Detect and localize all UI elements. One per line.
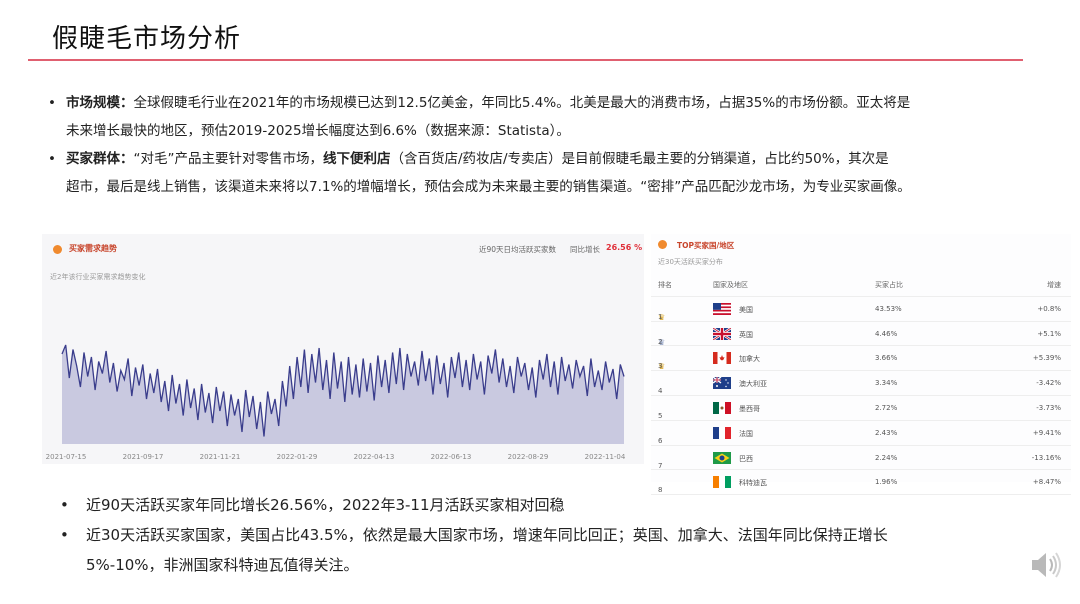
country-cell: 墨西哥 (739, 404, 760, 413)
bullet-text-rest: （含百货店/药妆店/专卖店）是目前假睫毛最主要的分销渠道，占比约50%，其次是 (390, 151, 889, 167)
top-countries-panel: TOP买家国/地区 近30天活跃买家分布 排名 国家及地区 买家占比 增速 ♛ 1… (651, 234, 1071, 496)
countries-table: 排名 国家及地区 买家占比 增速 ♛ 1 美国 43.53% +0.8% ♛ 2 英国 4.46… (651, 272, 1071, 496)
flag-ca-icon (713, 352, 731, 365)
rank-number: 4 (658, 387, 663, 396)
rank-number: 7 (658, 461, 663, 470)
title-divider (28, 59, 1023, 61)
growth-cell: -3.42% (1036, 379, 1061, 388)
table-row: 4 澳大利亚 3.34% -3.42% (651, 371, 1071, 396)
bullet-text-cont: 超市，最后是线上销售，该渠道未来将以7.1%的增幅增长，预估会成为未来最主要的销… (66, 179, 911, 195)
country-cell: 美国 (739, 305, 753, 314)
x-tick-label: 2021-09-17 (123, 453, 164, 461)
growth-cell: -13.16% (1031, 453, 1061, 462)
bullet-dot: • (48, 95, 56, 111)
panel-dot-icon (53, 245, 62, 254)
country-cell: 法国 (739, 429, 753, 438)
bullet-emphasis: 线下便利店 (323, 151, 391, 167)
bullet-dot: • (60, 526, 69, 544)
table-header-row: 排名 国家及地区 买家占比 增速 (651, 272, 1071, 297)
x-tick-label: 2021-11-21 (200, 453, 241, 461)
rank-number: 5 (658, 411, 663, 420)
bullet-market-size: • 市场规模：全球假睫毛行业在2021年的市场规模已达到12.5亿美金，年同比5… (48, 89, 1048, 145)
x-tick-label: 2022-04-13 (354, 453, 395, 461)
x-tick-label: 2021-07-15 (46, 453, 87, 461)
bullet-text: 近90天活跃买家年同比增长26.56%，2022年3-11月活跃买家相对回稳 (86, 496, 565, 514)
metric-label: 近90天日均活跃买家数 (479, 245, 557, 254)
countries-panel-subtitle: 近30天活跃买家分布 (658, 258, 723, 266)
share-cell: 43.53% (875, 304, 902, 313)
header-rank: 排名 (658, 281, 672, 289)
flag-ci-icon (713, 476, 731, 489)
country-cell: 英国 (739, 330, 753, 339)
country-cell: 巴西 (739, 454, 753, 463)
bottom-bullet-list: • 近90天活跃买家年同比增长26.56%，2022年3-11月活跃买家相对回稳… (60, 490, 1045, 580)
growth-cell: +8.47% (1032, 478, 1061, 487)
share-cell: 2.72% (875, 403, 898, 412)
share-cell: 1.96% (875, 478, 898, 487)
trend-panel-subtitle: 近2年该行业买家需求趋势变化 (50, 273, 146, 281)
header-country: 国家及地区 (713, 281, 748, 289)
speaker-icon[interactable] (1028, 547, 1064, 583)
slide-title: 假睫毛市场分析 (52, 24, 242, 54)
flag-fr-icon (713, 426, 731, 439)
bullet-buyer-group: • 买家群体：“对毛”产品主要针对零售市场，线下便利店（含百货店/药妆店/专卖店… (48, 145, 1048, 201)
bullet-dot: • (60, 496, 69, 514)
bullet-90day: • 近90天活跃买家年同比增长26.56%，2022年3-11月活跃买家相对回稳 (60, 490, 1045, 520)
rank-number: 2 (658, 337, 663, 346)
growth-cell: +5.1% (1037, 329, 1061, 338)
rank-number: 1 (658, 312, 663, 321)
x-tick-label: 2022-08-29 (508, 453, 549, 461)
country-cell: 澳大利亚 (739, 380, 767, 389)
bullet-text: 近30天活跃买家国家，美国占比43.5%，依然是最大国家市场，增速年同比回正；英… (86, 526, 888, 544)
header-growth: 增速 (1047, 281, 1061, 289)
trend-panel-title: 买家需求趋势 (69, 244, 117, 253)
table-row: ♛ 3 加拿大 3.66% +5.39% (651, 346, 1071, 371)
growth-cell: +5.39% (1032, 354, 1061, 363)
growth-cell: +9.41% (1032, 428, 1061, 437)
bullet-30day: • 近30天活跃买家国家，美国占比43.5%，依然是最大国家市场，增速年同比回正… (60, 520, 1045, 580)
table-row: ♛ 1 美国 43.53% +0.8% (651, 297, 1071, 322)
yoy-label: 同比增长 (570, 245, 600, 254)
share-cell: 2.24% (875, 453, 898, 462)
flag-gb-icon (712, 326, 732, 341)
flag-mx-icon (713, 401, 731, 414)
countries-panel-title: TOP买家国/地区 (677, 241, 735, 250)
table-row: 5 墨西哥 2.72% -3.73% (651, 396, 1071, 421)
share-cell: 2.43% (875, 428, 898, 437)
panel-dot-icon (658, 240, 667, 249)
flag-br-icon (713, 451, 731, 464)
table-row: 7 巴西 2.24% -13.16% (651, 446, 1071, 471)
x-tick-label: 2022-06-13 (431, 453, 472, 461)
yoy-value: 26.56 % (606, 243, 643, 252)
growth-cell: +0.8% (1037, 304, 1061, 313)
share-cell: 3.34% (875, 379, 898, 388)
flag-au-icon (712, 376, 731, 390)
share-cell: 3.66% (875, 354, 898, 363)
buyer-trend-panel: 2021-07-15 2021-09-17 2021-11-21 2022-01-29… (42, 234, 644, 464)
country-cell: 加拿大 (739, 355, 760, 364)
bullet-text: “对毛”产品主要针对零售市场， (133, 151, 324, 167)
share-cell: 4.46% (875, 329, 898, 338)
country-cell: 科特迪瓦 (739, 479, 767, 488)
bullet-dot: • (48, 151, 56, 167)
flag-us-icon (713, 302, 731, 315)
rank-number: 3 (658, 362, 663, 371)
bullet-text-cont: 5%-10%，非洲国家科特迪瓦值得关注。 (86, 556, 359, 574)
bullet-text: 全球假睫毛行业在2021年的市场规模已达到12.5亿美金，年同比5.4%。北美是… (133, 95, 911, 111)
x-tick-label: 2022-01-29 (277, 453, 318, 461)
x-tick-label: 2022-11-04 (585, 453, 626, 461)
bullet-label: 买家群体： (66, 151, 134, 167)
trend-chart: 2021-07-15 2021-09-17 2021-11-21 2022-01-29… (46, 344, 626, 461)
growth-cell: -3.73% (1036, 403, 1061, 412)
table-row: 6 法国 2.43% +9.41% (651, 421, 1071, 446)
bullet-label: 市场规模： (66, 95, 134, 111)
table-row: ♛ 2 英国 4.46% +5.1% (651, 322, 1071, 347)
rank-number: 6 (658, 436, 663, 445)
bullet-text-cont: 未来增长最快的地区，预估2019-2025增长幅度达到6.6%（数据来源：Sta… (66, 123, 570, 139)
top-bullet-list: • 市场规模：全球假睫毛行业在2021年的市场规模已达到12.5亿美金，年同比5… (48, 89, 1048, 201)
header-share: 买家占比 (875, 281, 903, 289)
